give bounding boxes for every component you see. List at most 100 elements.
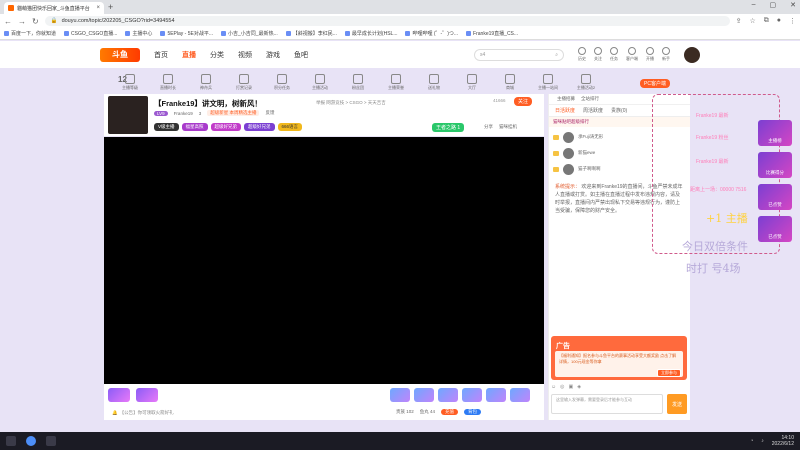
ad-join-button[interactable]: 立即参与 — [657, 369, 681, 377]
tool-11[interactable]: 主播一站间 — [536, 73, 560, 91]
color-icon[interactable]: ◈ — [577, 384, 581, 392]
bookmark-7[interactable]: 哔哩哔哩 (゜-゜)つ... — [405, 30, 458, 37]
tool-9[interactable]: 大厅 — [460, 73, 484, 91]
user-avatar[interactable] — [684, 46, 700, 63]
bookmark-1[interactable]: CSGO_CSGO直播... — [64, 30, 117, 37]
url-field[interactable]: 🔒 douyu.com/topic/202205_CSGO?rid=349455… — [44, 16, 730, 26]
side-card[interactable]: 主播榜 — [758, 120, 792, 146]
tool-10[interactable]: 商城 — [498, 73, 522, 91]
bookmark-5[interactable]: 【斜视搬】李红民... — [285, 30, 337, 37]
rank-link[interactable]: 全站排行 — [581, 96, 599, 102]
side-card[interactable]: 比赛得分 — [758, 152, 792, 178]
search-icon[interactable]: ⌕ — [555, 52, 558, 58]
new-tab-icon[interactable]: + — [108, 2, 113, 12]
room-tag[interactable]: 超级好兄弟 — [210, 123, 242, 131]
follow-button[interactable]: 关注 — [514, 97, 533, 106]
close-window-icon[interactable]: ✕ — [790, 1, 796, 9]
chat-input[interactable]: 这里输入发弹幕，需要登录后才能参与互动 — [551, 394, 663, 414]
nav-home[interactable]: 首页 — [154, 50, 168, 60]
start-live-button[interactable]: 开播 — [646, 47, 654, 62]
kings-road-button[interactable]: 王者之路 1 — [432, 123, 465, 132]
video-player[interactable] — [104, 137, 544, 384]
share-button[interactable]: 分享 — [484, 124, 493, 130]
send-button[interactable]: 发送 — [667, 394, 687, 414]
share-icon[interactable]: ⇪ — [736, 17, 742, 25]
tool-2[interactable]: 神舟兵 — [194, 73, 218, 91]
bookmark-6[interactable]: 最早成长计划(HSL... — [344, 30, 397, 37]
tool-7[interactable]: 主播荣誉 — [384, 73, 408, 91]
tool-6[interactable]: 粉丝团 — [346, 73, 370, 91]
nav-category[interactable]: 分类 — [210, 50, 224, 60]
browser-tab[interactable]: 貓萌猫团快乐回家_斗鱼直播平台 × — [4, 2, 104, 14]
tool-8[interactable]: 送礼物 — [422, 73, 446, 91]
tool-12[interactable]: 主播活动2 — [574, 73, 598, 91]
site-logo[interactable]: 斗鱼 — [100, 47, 140, 62]
recharge-button[interactable]: 充值 — [441, 409, 459, 415]
nav-yuba[interactable]: 鱼吧 — [294, 50, 308, 60]
room-tag[interactable]: V级主播 — [154, 123, 179, 131]
menu-icon[interactable]: ⋮ — [789, 17, 796, 25]
clock[interactable]: 14:10 2022/6/12 — [772, 435, 794, 447]
obs-icon[interactable] — [46, 436, 56, 446]
site-search-input[interactable]: s4 ⌕ — [474, 48, 564, 61]
ad-banner[interactable]: 广告 【福利通知】报名参与斗鱼平台的赛事活动享受大额奖励 点击了解详情，100元… — [551, 336, 687, 380]
side-card[interactable]: 已点赞 — [758, 184, 792, 210]
reload-icon[interactable]: ↻ — [32, 17, 39, 26]
bookmark-2[interactable]: 主播中心 — [125, 30, 152, 37]
follow-list-button[interactable]: 关注 — [594, 47, 602, 62]
task-button[interactable]: 任务 — [610, 47, 618, 62]
emoji-icon[interactable]: ☺ — [551, 384, 556, 392]
chrome-icon[interactable] — [26, 436, 36, 446]
image-icon[interactable]: ▣ — [568, 384, 573, 392]
recruit-link[interactable]: 主播招募 — [557, 96, 575, 102]
client-button[interactable]: 客户端 — [626, 47, 638, 62]
newbie-button[interactable]: 新手 — [662, 47, 670, 62]
recommend-tag[interactable]: 超级新星 本周精选主播 — [207, 110, 260, 116]
star-icon[interactable]: ☆ — [749, 17, 755, 25]
nav-live[interactable]: 直播 — [182, 50, 196, 60]
pc-client-button[interactable]: PC客户端 — [640, 79, 670, 88]
gift-item[interactable] — [486, 388, 506, 402]
report-link[interactable]: 反馈 — [265, 110, 274, 116]
fan-badge-icon[interactable]: ◎ — [560, 384, 564, 392]
close-tab-icon[interactable]: × — [96, 5, 100, 11]
gift-item[interactable] — [108, 388, 130, 402]
minimize-icon[interactable]: – — [752, 1, 756, 9]
gift-item[interactable] — [136, 388, 158, 402]
maximize-icon[interactable]: ▢ — [770, 1, 777, 9]
profile-icon[interactable]: ● — [777, 17, 781, 25]
tool-0[interactable]: 主播等级 — [118, 73, 142, 91]
history-button[interactable]: 历史 — [578, 47, 586, 62]
tab-daily[interactable]: 日活跃度 — [555, 107, 575, 114]
backpack-button[interactable]: 背包 — [464, 409, 482, 415]
bookmark-4[interactable]: 小吉_小吉同_最新热... — [221, 30, 278, 37]
extensions-icon[interactable]: ⧉ — [764, 17, 769, 25]
forward-icon[interactable]: → — [18, 17, 26, 26]
tool-3[interactable]: 打赏记录 — [232, 73, 256, 91]
tab-noble[interactable]: 贵族(0) — [611, 107, 627, 114]
room-tag[interactable]: 666语言 — [277, 123, 303, 131]
nav-game[interactable]: 游戏 — [266, 50, 280, 60]
streamer-name[interactable]: Franke19 — [174, 111, 193, 116]
network-icon[interactable]: ◔ — [750, 438, 753, 444]
announcement-text[interactable]: 【公告】你可领取火箭好礼 — [120, 410, 174, 416]
room-tag[interactable]: 福星高照 — [181, 123, 208, 131]
back-icon[interactable]: ← — [4, 17, 12, 26]
afk-button[interactable]: 猫咪挂机 — [499, 124, 517, 130]
room-tag[interactable]: 超级好兄弟 — [244, 123, 275, 131]
room-category[interactable]: 举报 网游竞技 > CSGO > 天天吉吉 — [316, 100, 386, 106]
tool-1[interactable]: 直播时长 — [156, 73, 180, 91]
start-icon[interactable] — [6, 436, 16, 446]
tab-weekly[interactable]: 周活跃度 — [583, 107, 603, 114]
gift-item[interactable] — [390, 388, 410, 402]
tool-4[interactable]: 积分任务 — [270, 73, 294, 91]
nav-video[interactable]: 视频 — [238, 50, 252, 60]
bookmark-8[interactable]: Franke19直播_CS... — [466, 30, 518, 37]
gift-item[interactable] — [414, 388, 434, 402]
bookmark-0[interactable]: 百度一下，你就知道 — [4, 30, 56, 37]
tool-5[interactable]: 主播活动 — [308, 73, 332, 91]
streamer-avatar[interactable] — [108, 96, 148, 134]
gift-item[interactable] — [438, 388, 458, 402]
bookmark-3[interactable]: 5EPlay - 5E对战平... — [160, 30, 213, 37]
volume-icon[interactable]: ♪ — [761, 438, 764, 444]
